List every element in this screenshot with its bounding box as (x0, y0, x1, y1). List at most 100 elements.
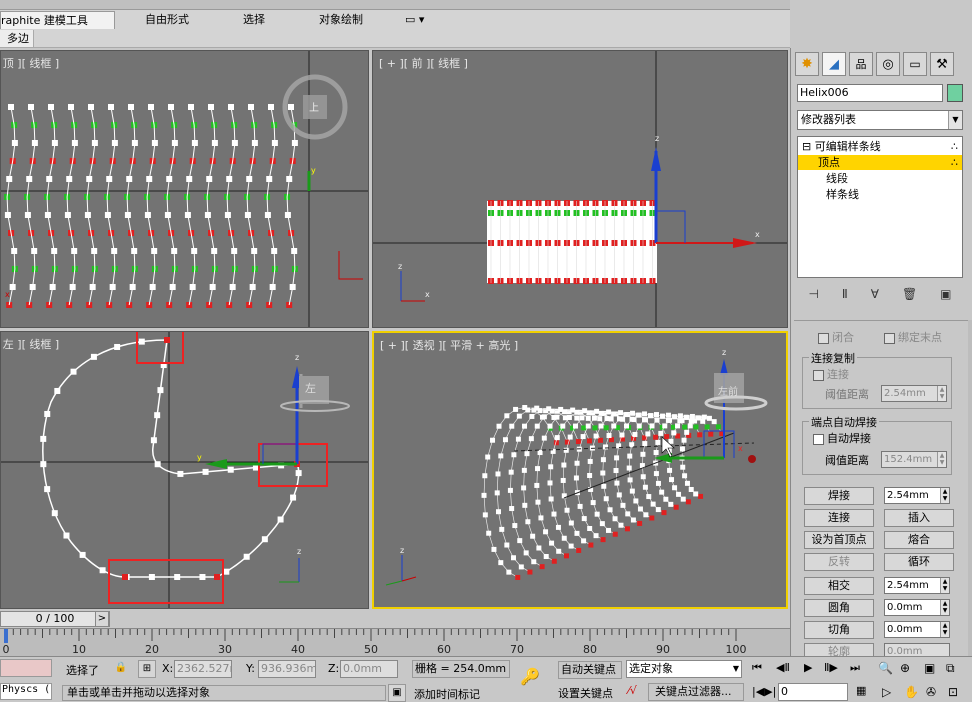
utilities-icon[interactable]: ⚒ (930, 52, 954, 76)
modifier-list-dropdown[interactable]: 修改器列表 ▼ (797, 110, 963, 130)
configure-sets-icon[interactable]: ▣ (940, 287, 951, 301)
go-to-end-icon[interactable]: ⏭ (850, 661, 860, 675)
current-frame-field[interactable]: 0 (778, 683, 848, 701)
zoom-all-icon[interactable]: ⊕ (900, 661, 910, 675)
maximize-viewport-icon[interactable]: ⊡ (948, 685, 958, 699)
orbit-icon[interactable]: ✇ (926, 685, 936, 699)
tab-graphite-modeling[interactable]: raphite 建模工具 (0, 11, 115, 29)
absolute-mode-icon[interactable]: ⊞ (138, 660, 156, 678)
show-end-result-icon[interactable]: Ⅱ (842, 287, 848, 301)
zoom-icon[interactable]: 🔍 (878, 661, 893, 675)
time-config-icon[interactable]: ▦ (856, 684, 866, 697)
x-coordinate-field[interactable]: 2362.527m (174, 660, 232, 678)
make-first-button[interactable]: 设为首顶点 (804, 531, 874, 549)
physx-label[interactable]: Physcs ( (0, 683, 52, 700)
stack-item-spline[interactable]: 样条线 (798, 187, 962, 202)
next-frame-play-icon[interactable]: Ⅱ▶ (824, 661, 838, 674)
auto-key-button[interactable]: 自动关键点 (558, 661, 622, 679)
close-checkbox[interactable]: 闭合 (818, 329, 854, 345)
field-of-view-icon[interactable]: ▷ (882, 685, 891, 699)
viewport-front[interactable]: z x z x [ + ][ 前 ][ 线框 ] (372, 50, 788, 328)
auto-weld-checkbox[interactable]: 自动焊接 (813, 430, 871, 446)
motion-icon[interactable]: ◎ (876, 52, 900, 76)
prev-frame-icon[interactable]: ◀Ⅱ (776, 661, 790, 674)
spinner-arrows-icon[interactable]: ▲ ▼ (937, 452, 946, 467)
viewport-label-perspective[interactable]: [ + ][ 透视 ][ 平滑 + 高光 ] (380, 337, 518, 353)
key-tangent-icon[interactable]: ⁄√ (628, 684, 637, 697)
outline-button[interactable]: 轮廓 (804, 643, 874, 656)
stack-item-vertex[interactable]: 顶点 ∴ (798, 155, 962, 170)
lock-icon[interactable]: 🔒 (112, 660, 130, 678)
viewcube-persp-label[interactable]: 左前 (718, 383, 738, 398)
stack-item-segment[interactable]: 线段 (798, 171, 962, 186)
remove-modifier-icon[interactable]: 🗑 (902, 287, 917, 301)
chamfer-button[interactable]: 切角 (804, 621, 874, 639)
key-mode-icon[interactable]: 🔑 (520, 667, 540, 686)
chamfer-spinner[interactable]: 0.0mm ▲ ▼ (884, 621, 950, 638)
viewcube-top-label[interactable]: 上 (309, 99, 319, 114)
collapse-icon[interactable]: ⊟ (802, 140, 811, 153)
viewport-label-front[interactable]: [ + ][ 前 ][ 线框 ] (379, 55, 468, 71)
track-bar[interactable]: 0 10 20 30 40 50 60 70 80 90 100 (0, 628, 790, 656)
modifier-stack[interactable]: ⊟ 可编辑样条线 ∴ 顶点 ∴ 线段 样条线 (797, 136, 963, 278)
pan-icon[interactable]: ✋ (904, 685, 919, 699)
y-coordinate-field[interactable]: 936.936mm (258, 660, 316, 678)
make-unique-icon[interactable]: ∀ (871, 287, 879, 301)
viewport-perspective[interactable]: z x z [ + ][ 透视 ][ 平滑 + 高光 ] 左前 (372, 331, 788, 609)
fillet-button[interactable]: 圆角 (804, 599, 874, 617)
time-slider[interactable]: 0 / 100 (0, 611, 110, 627)
display-icon[interactable]: ▭ (903, 52, 927, 76)
weld-button[interactable]: 焊接 (804, 487, 874, 505)
tab-selection[interactable]: 选择 (235, 11, 273, 29)
viewport-top[interactable]: y x [ 顶 ][ 线框 ] 上 (0, 50, 369, 328)
connect-button[interactable]: 连接 (804, 509, 874, 527)
z-coordinate-field[interactable]: 0.0mm (340, 660, 398, 678)
modify-icon[interactable]: ◢ (822, 52, 846, 76)
bind-end-checkbox[interactable]: 绑定末点 (884, 329, 942, 345)
connect-threshold-spinner[interactable]: 2.54mm ▲ ▼ (881, 385, 947, 402)
selection-set-dropdown[interactable]: 选定对象 ▼ (626, 660, 742, 678)
next-frame-icon[interactable]: > (95, 611, 109, 627)
add-time-tag-button[interactable]: 添加时间标记 (414, 686, 480, 702)
go-to-start-icon[interactable]: ⏮ (752, 661, 762, 675)
spinner-arrows-icon[interactable]: ▲ ▼ (937, 386, 946, 401)
pin-stack-icon[interactable]: ⊣ (808, 287, 818, 301)
outline-spinner[interactable]: 0.0mm (884, 643, 950, 656)
viewport-label-left[interactable]: [ 左 ][ 线框 ] (1, 336, 59, 352)
spinner-arrows-icon[interactable]: ▲ ▼ (940, 622, 949, 637)
tab-freeform[interactable]: 自由形式 (137, 11, 197, 29)
command-panel-scrollbar[interactable] (968, 320, 972, 656)
spinner-arrows-icon[interactable]: ▲ ▼ (940, 488, 949, 503)
cycle-button[interactable]: 循环 (884, 553, 954, 571)
key-filters-button[interactable]: 关键点过滤器... (648, 683, 744, 701)
spinner-arrows-icon[interactable]: ▲ ▼ (940, 578, 949, 593)
tab-object-paint[interactable]: 对象绘制 (311, 11, 371, 29)
crossinsert-button[interactable]: 相交 (804, 577, 874, 595)
time-tag-icon[interactable]: ▣ (388, 684, 406, 702)
ribbon-options-dropdown[interactable]: ▭ ▾ (397, 11, 432, 29)
zoom-extents-icon[interactable]: ▣ (924, 661, 935, 675)
object-name-field[interactable]: Helix006 (797, 84, 943, 102)
viewcube-left-label[interactable]: 左 (305, 380, 316, 396)
viewport-left[interactable]: z y z [ 左 ][ 线框 ] 左 (0, 331, 369, 609)
viewport-label-top[interactable]: [ 顶 ][ 线框 ] (1, 55, 59, 71)
reverse-button[interactable]: 反转 (804, 553, 874, 571)
insert-button[interactable]: 插入 (884, 509, 954, 527)
fillet-spinner[interactable]: 0.0mm ▲ ▼ (884, 599, 950, 616)
connect-checkbox[interactable]: 连接 (813, 366, 849, 382)
weld-spinner[interactable]: 2.54mm ▲ ▼ (884, 487, 950, 504)
key-mode-toggle-icon[interactable]: |◀▶| (752, 685, 776, 698)
object-color-swatch[interactable] (947, 84, 963, 102)
play-icon[interactable]: ▶ (804, 661, 812, 674)
set-key-button[interactable]: 设置关键点 (558, 685, 613, 701)
fuse-button[interactable]: 熔合 (884, 531, 954, 549)
tab-polygon-modeling[interactable]: 多边形建模 (0, 30, 34, 47)
create-icon[interactable]: ✸ (795, 52, 819, 76)
weld-threshold-spinner[interactable]: 152.4mm ▲ ▼ (881, 451, 947, 468)
hierarchy-icon[interactable]: 品 (849, 52, 873, 76)
zoom-extents-all-icon[interactable]: ⧉ (946, 661, 955, 676)
crossinsert-spinner[interactable]: 2.54mm ▲ ▼ (884, 577, 950, 594)
stack-root-editable-spline[interactable]: ⊟ 可编辑样条线 ∴ (798, 139, 962, 154)
maxscript-mini-listener[interactable] (0, 659, 52, 677)
spinner-arrows-icon[interactable]: ▲ ▼ (940, 600, 949, 615)
